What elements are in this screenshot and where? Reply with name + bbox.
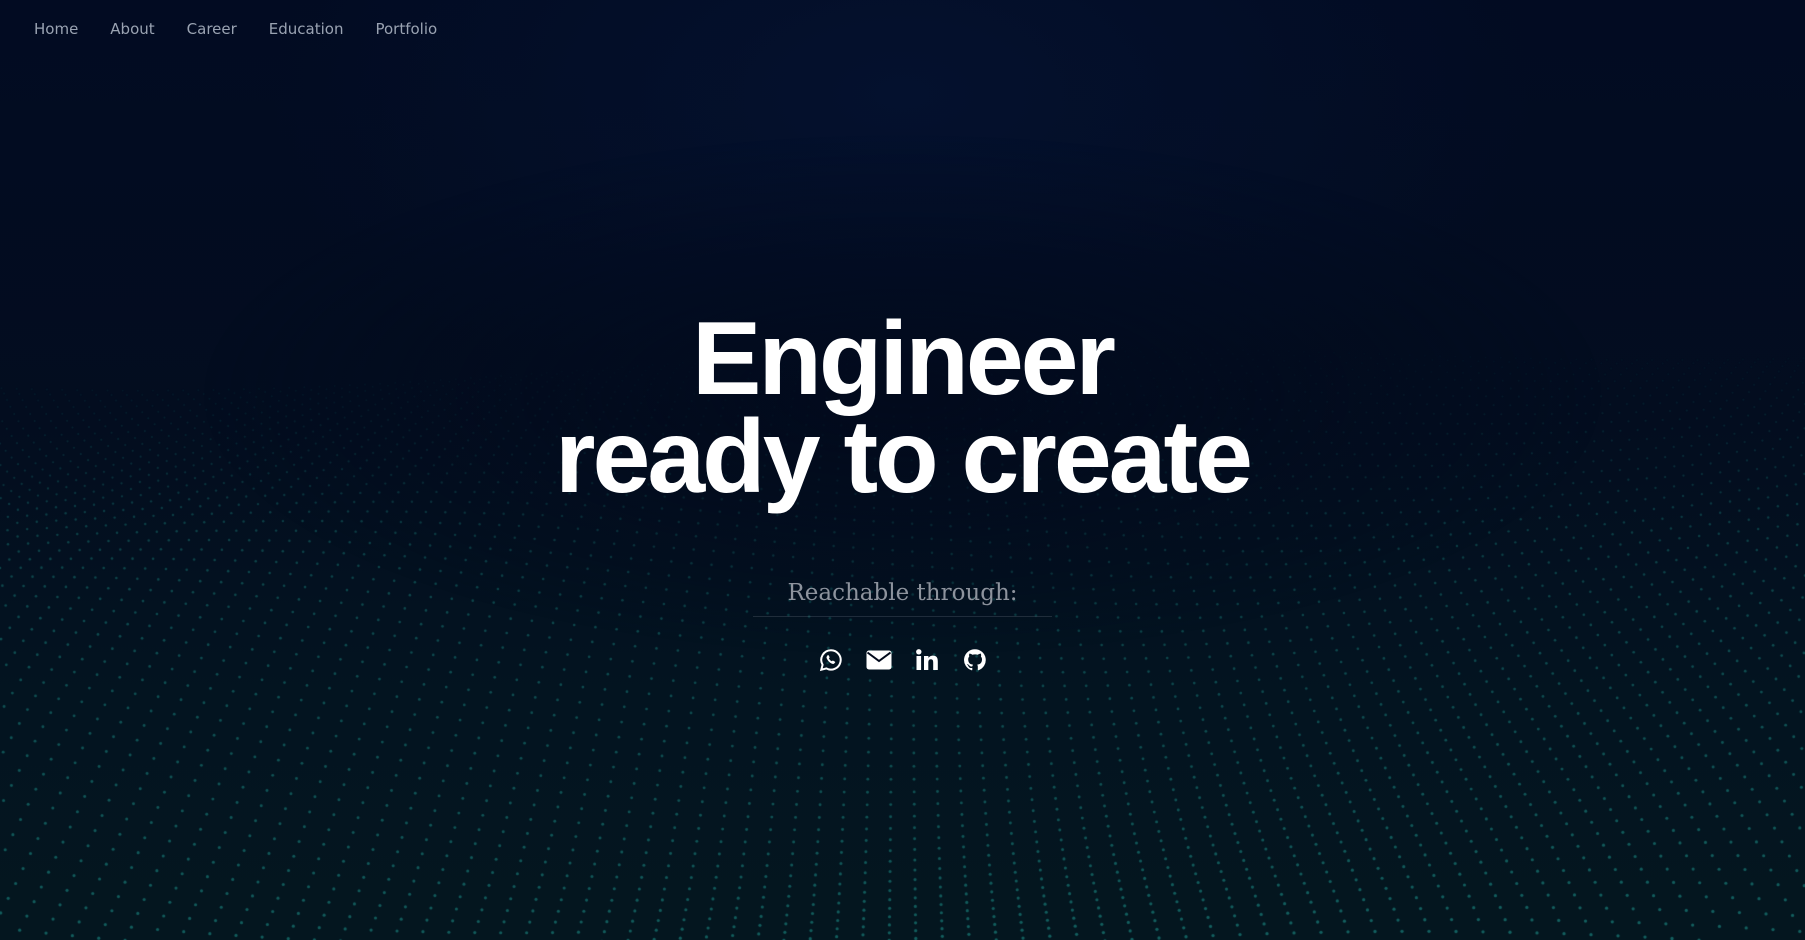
hero-section: Engineer ready to create [0, 301, 1805, 515]
email-icon[interactable] [866, 647, 892, 673]
whatsapp-icon[interactable] [818, 647, 844, 673]
nav-link-about[interactable]: About [110, 18, 154, 40]
github-icon[interactable] [962, 647, 988, 673]
hero-headline-line-2: ready to create [555, 399, 1253, 515]
nav-link-home[interactable]: Home [34, 18, 78, 40]
contact-label: Reachable through: [753, 580, 1052, 617]
linkedin-icon[interactable] [914, 647, 940, 673]
nav-link-career[interactable]: Career [187, 18, 237, 40]
top-navigation: Home About Career Education Portfolio [34, 18, 469, 40]
nav-link-portfolio[interactable]: Portfolio [375, 18, 437, 40]
contact-icons [0, 647, 1805, 673]
nav-link-education[interactable]: Education [269, 18, 344, 40]
contact-section: Reachable through: [0, 580, 1805, 617]
hero-headline: Engineer ready to create [0, 301, 1805, 515]
hero-headline-line-1: Engineer [692, 301, 1116, 417]
